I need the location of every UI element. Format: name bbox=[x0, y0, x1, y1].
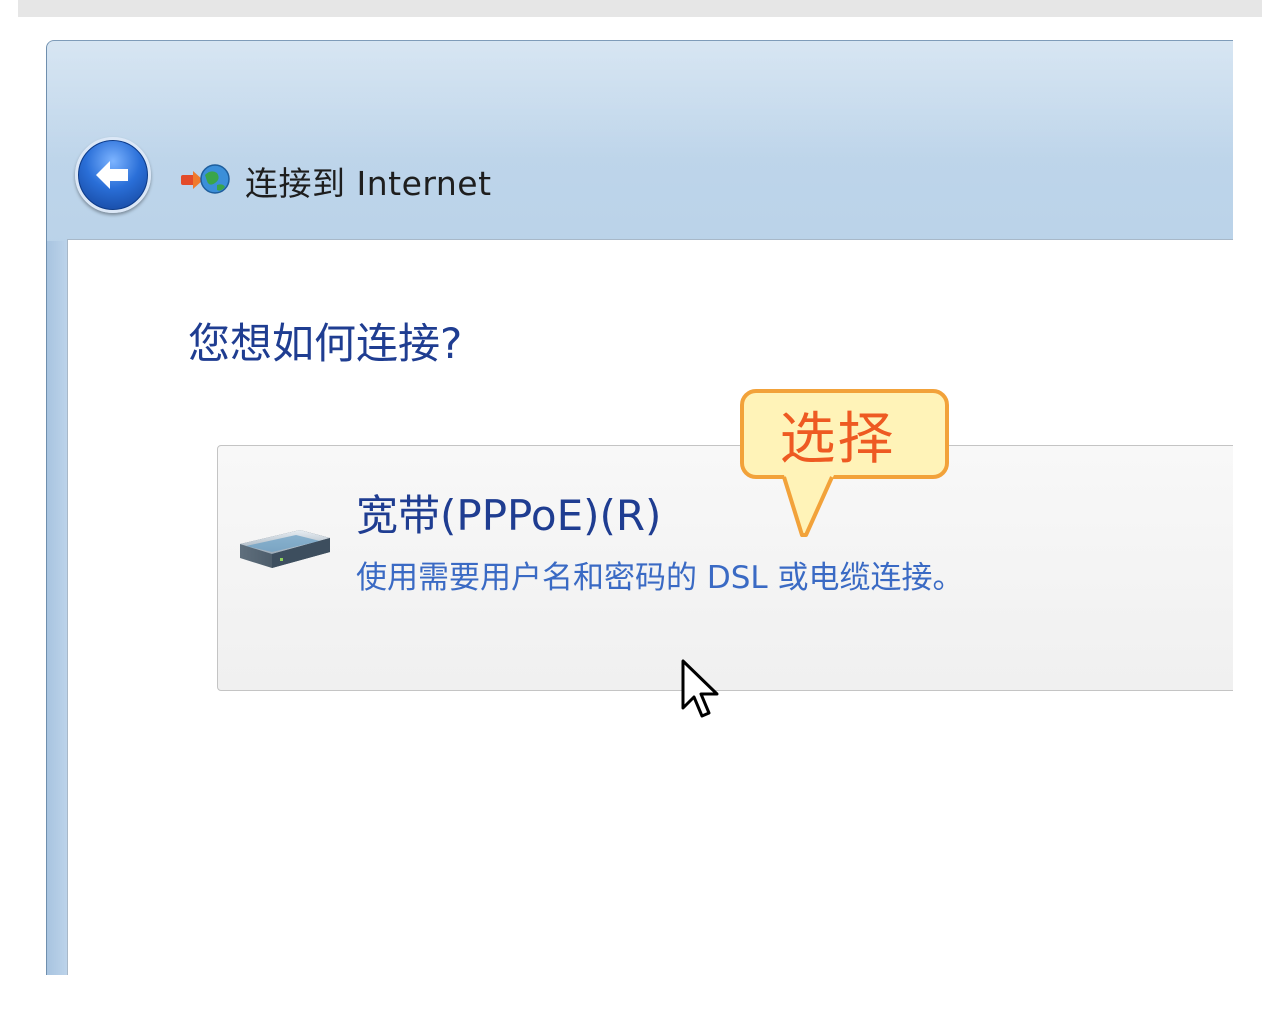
connect-to-internet-window: 连接到 Internet 您想如何连接? 宽带(PPPoE)(R) 使用需要用户… bbox=[46, 40, 1233, 975]
broadband-pppoe-option[interactable]: 宽带(PPPoE)(R) 使用需要用户名和密码的 DSL 或电缆连接。 bbox=[217, 445, 1233, 691]
mouse-cursor-icon bbox=[681, 659, 719, 718]
page-heading: 您想如何连接? bbox=[188, 319, 463, 368]
window-title: 连接到 Internet bbox=[245, 164, 492, 203]
callout-text: 选择 bbox=[779, 406, 896, 472]
top-gray-strip bbox=[18, 0, 1262, 17]
callout-tail bbox=[782, 475, 834, 537]
back-button[interactable] bbox=[75, 137, 151, 213]
network-connection-icon bbox=[181, 164, 230, 194]
back-arrow-icon bbox=[96, 161, 128, 189]
content-area: 您想如何连接? 宽带(PPPoE)(R) 使用需要用户名和密码的 DSL 或电缆… bbox=[67, 239, 1233, 975]
select-callout: 选择 bbox=[740, 389, 949, 479]
window-left-border bbox=[47, 241, 67, 975]
option-description: 使用需要用户名和密码的 DSL 或电缆连接。 bbox=[356, 560, 964, 596]
broadband-modem-icon bbox=[240, 530, 330, 568]
option-title: 宽带(PPPoE)(R) bbox=[356, 491, 662, 540]
